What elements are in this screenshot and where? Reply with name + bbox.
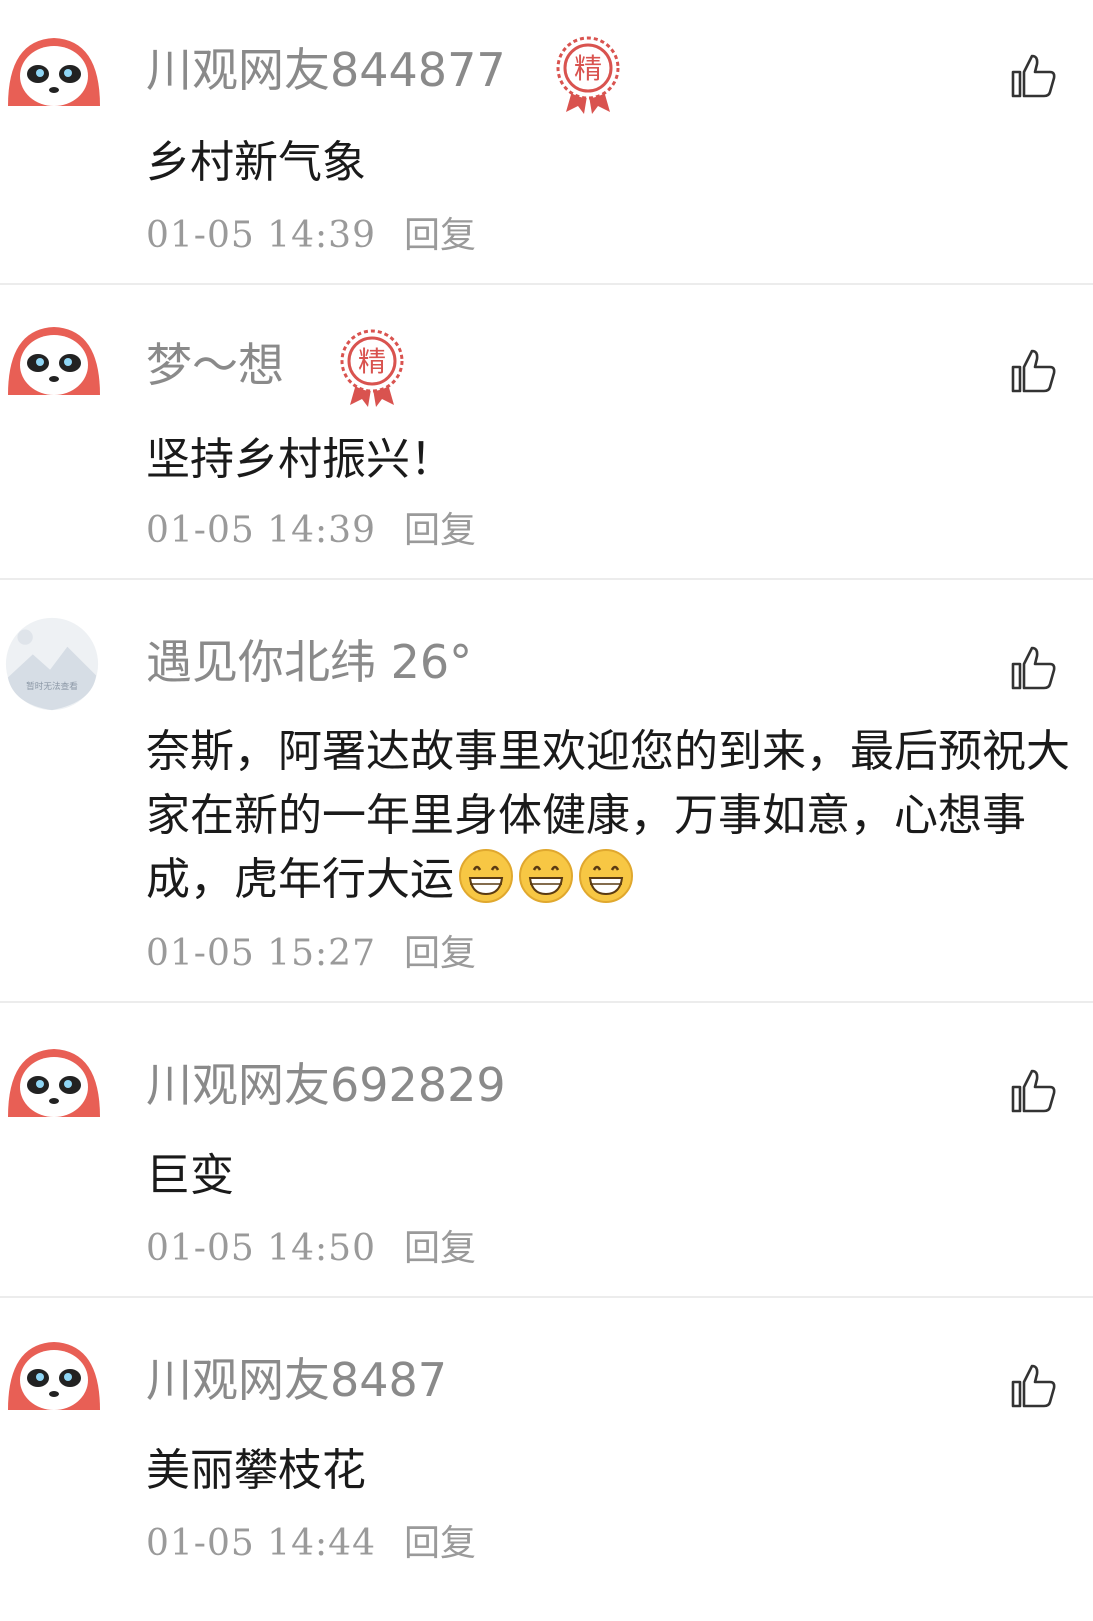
comment-time: 01-05 14:50 — [146, 1228, 376, 1269]
username[interactable]: 川观网友692829 — [146, 1055, 506, 1115]
comment-item: 川观网友692829 巨变 01-05 14:50 回复 — [0, 1003, 1093, 1298]
placeholder-image-avatar[interactable]: 暂时无法查看 — [4, 616, 100, 712]
reply-button[interactable]: 回复 — [404, 507, 476, 555]
reply-button[interactable]: 回复 — [404, 212, 476, 260]
panda-avatar[interactable] — [4, 26, 104, 110]
reply-button[interactable]: 回复 — [404, 1225, 476, 1273]
username[interactable]: 遇见你北纬 26° — [146, 632, 472, 692]
username[interactable]: 梦～想 — [146, 335, 284, 395]
comment-text: 巨变 — [146, 1150, 234, 1201]
comment-item: 川观网友8487 美丽攀枝花 01-05 14:44 回复 — [0, 1298, 1093, 1621]
panda-avatar[interactable] — [4, 1037, 104, 1121]
reply-button[interactable]: 回复 — [404, 1520, 476, 1568]
thumbs-up-icon[interactable] — [1009, 347, 1057, 395]
thumbs-up-icon[interactable] — [1009, 1362, 1057, 1410]
comment-time: 01-05 15:27 — [146, 933, 376, 974]
username[interactable]: 川观网友844877 — [146, 40, 506, 100]
grinning-face-icon — [519, 849, 573, 903]
username[interactable]: 川观网友8487 — [146, 1350, 447, 1410]
comment-text: 奈斯，阿署达故事里欢迎您的到来，最后预祝大家在新的一年里身体健康，万事如意，心想… — [146, 720, 1073, 912]
thumbs-up-icon[interactable] — [1009, 644, 1057, 692]
featured-badge-icon: 精 — [340, 329, 404, 407]
comment-text: 坚持乡村振兴！ — [146, 434, 454, 485]
panda-avatar[interactable] — [4, 315, 104, 399]
comment-item: 梦～想 精 坚持乡村振兴！ 01-05 14:39 回复 — [0, 285, 1093, 580]
comment-time: 01-05 14:39 — [146, 510, 376, 551]
comment-meta: 01-05 14:39 回复 — [146, 212, 476, 260]
comment-time: 01-05 14:39 — [146, 215, 376, 256]
comment-meta: 01-05 14:39 回复 — [146, 507, 476, 555]
comment-item: 川观网友844877 精 乡村新气象 01-05 14:39 回复 — [0, 0, 1093, 285]
avatar-placeholder-text: 暂时无法查看 — [26, 680, 78, 692]
thumbs-up-icon[interactable] — [1009, 1067, 1057, 1115]
badge-label: 精 — [358, 345, 386, 378]
thumbs-up-icon[interactable] — [1009, 52, 1057, 100]
comment-meta: 01-05 14:44 回复 — [146, 1520, 476, 1568]
comment-text: 乡村新气象 — [146, 137, 366, 188]
featured-badge-icon: 精 — [556, 36, 620, 114]
grinning-face-icon — [579, 849, 633, 903]
panda-avatar[interactable] — [4, 1330, 104, 1414]
badge-label: 精 — [574, 52, 602, 85]
comment-item: 暂时无法查看 遇见你北纬 26° 奈斯，阿署达故事里欢迎您的到来，最后预祝大家在… — [0, 580, 1093, 1003]
comment-time: 01-05 14:44 — [146, 1523, 376, 1564]
comment-meta: 01-05 14:50 回复 — [146, 1225, 476, 1273]
grinning-face-icon — [459, 849, 513, 903]
reply-button[interactable]: 回复 — [404, 930, 476, 978]
comment-meta: 01-05 15:27 回复 — [146, 930, 476, 978]
comment-text: 美丽攀枝花 — [146, 1445, 366, 1496]
